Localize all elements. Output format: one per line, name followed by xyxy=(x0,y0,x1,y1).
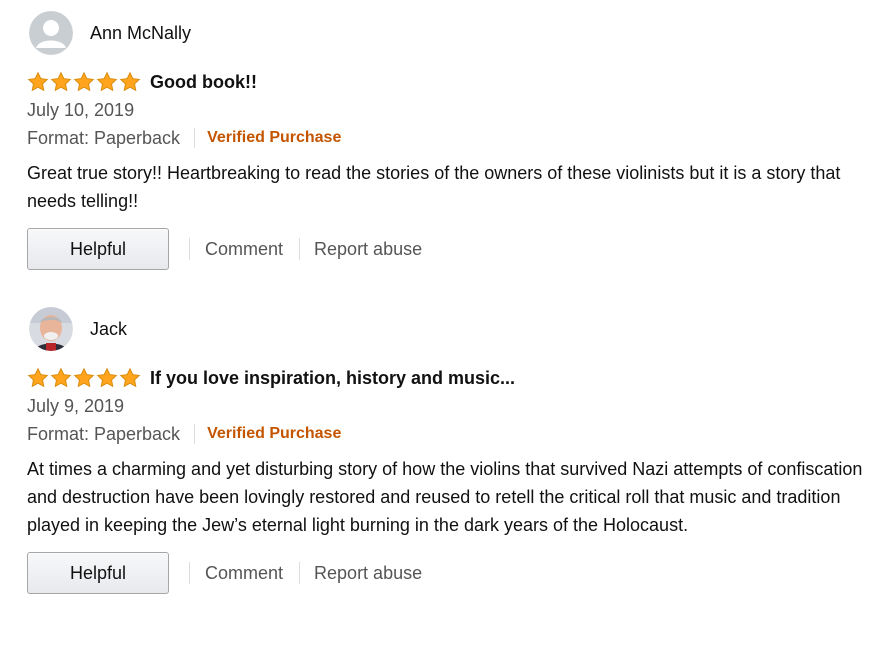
review-title[interactable]: Good book!! xyxy=(150,72,257,93)
reviewer-profile[interactable]: Ann McNally xyxy=(27,10,877,56)
review-title[interactable]: If you love inspiration, history and mus… xyxy=(150,368,515,389)
photo-avatar-icon xyxy=(29,307,73,351)
divider xyxy=(189,562,190,584)
star-icon xyxy=(119,367,141,388)
reviewer-profile[interactable]: Jack xyxy=(27,306,877,352)
review-card: Jack If you love inspiration, history an… xyxy=(27,306,877,594)
star-icon xyxy=(96,367,118,388)
divider xyxy=(299,238,301,260)
divider xyxy=(299,562,301,584)
default-avatar-icon xyxy=(29,11,73,55)
star-icon xyxy=(50,71,72,92)
star-icon xyxy=(27,367,49,388)
review-date: July 10, 2019 xyxy=(27,100,135,120)
review-date: July 9, 2019 xyxy=(27,396,125,416)
comment-link[interactable]: Comment xyxy=(205,563,283,584)
star-icon xyxy=(73,71,95,92)
comment-link[interactable]: Comment xyxy=(205,239,283,260)
divider xyxy=(194,128,196,148)
format-label[interactable]: Format: Paperback xyxy=(27,128,180,149)
reviewer-name[interactable]: Jack xyxy=(90,319,127,340)
verified-purchase-badge: Verified Purchase xyxy=(207,129,342,146)
star-icon xyxy=(50,367,72,388)
divider xyxy=(189,238,190,260)
reviewer-name[interactable]: Ann McNally xyxy=(90,23,191,44)
review-body: At times a charming and yet disturbing s… xyxy=(27,459,863,535)
star-icon xyxy=(119,71,141,92)
report-abuse-link[interactable]: Report abuse xyxy=(314,239,422,260)
format-label[interactable]: Format: Paperback xyxy=(27,424,180,445)
star-icon xyxy=(96,71,118,92)
review-body: Great true story!! Heartbreaking to read… xyxy=(27,163,841,211)
helpful-button[interactable]: Helpful xyxy=(27,228,169,270)
report-abuse-link[interactable]: Report abuse xyxy=(314,563,422,584)
helpful-button[interactable]: Helpful xyxy=(27,552,169,594)
star-rating[interactable] xyxy=(27,71,141,93)
verified-purchase-badge: Verified Purchase xyxy=(207,425,342,442)
review-card: Ann McNally Good book!! July 10, 2019 Fo… xyxy=(27,10,877,270)
star-rating[interactable] xyxy=(27,367,141,389)
star-icon xyxy=(73,367,95,388)
divider xyxy=(194,424,196,444)
star-icon xyxy=(27,71,49,92)
